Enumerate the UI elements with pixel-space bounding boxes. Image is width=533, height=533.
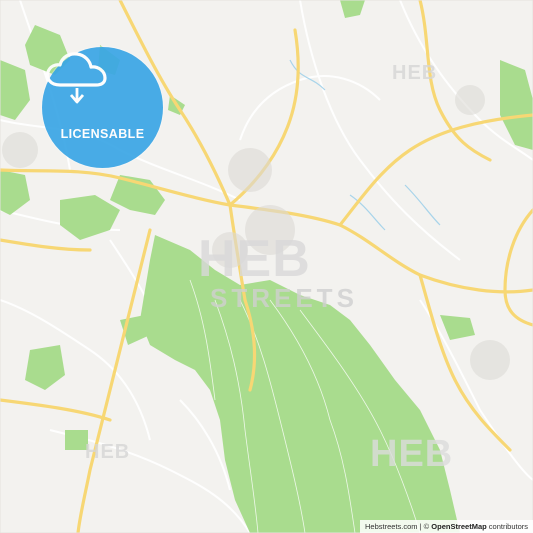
watermark-heb-center: HEB [198,230,311,288]
licensable-badge[interactable]: LICENSABLE [42,47,163,168]
map-canvas[interactable]: HEB HEB STREETS HEB HEB LICENSABLE Hebst… [0,0,533,533]
watermark-heb-left: HEB [85,441,131,463]
cloud-download-icon [45,52,107,104]
watermark-heb-right: HEB [370,433,454,475]
attribution-site[interactable]: Hebstreets.com [365,522,418,531]
watermark-heb-top: HEB [392,62,438,84]
attribution-separator: | © [417,522,432,531]
attribution-suffix: contributors [486,522,528,531]
watermark-streets: STREETS [210,283,358,313]
licensable-label: LICENSABLE [60,127,145,141]
attribution-osm-link[interactable]: OpenStreetMap [431,522,486,531]
map-attribution: Hebstreets.com | © OpenStreetMap contrib… [360,520,533,533]
